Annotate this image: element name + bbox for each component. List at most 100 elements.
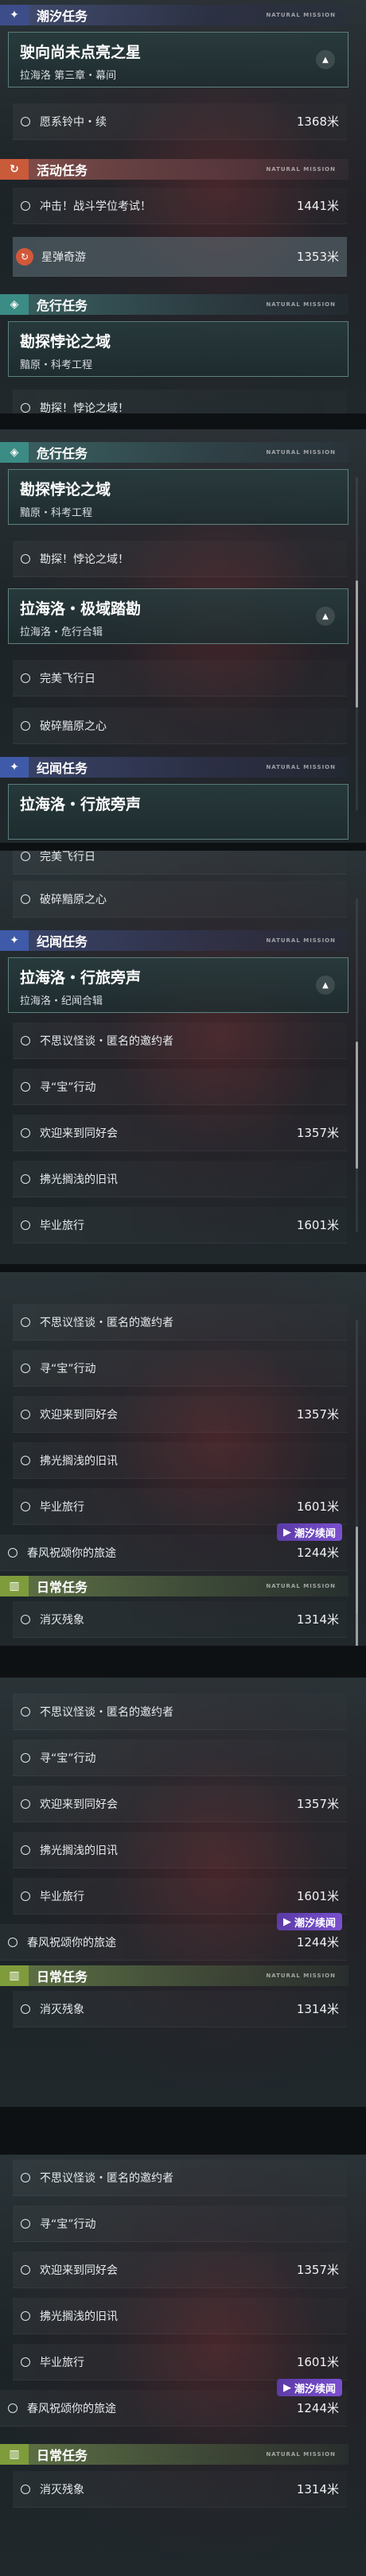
screen-panel-4: 不思议怪谈・匿名的邀约者 寻“宝”行动 欢迎来到同好会 1357米 拂光搁浅的旧… (0, 1272, 366, 1646)
category-danger[interactable]: ◈ 危行任务 NATURAL MISSION (0, 294, 348, 315)
quest-status-icon (21, 402, 30, 413)
separator (0, 413, 366, 429)
quest-row[interactable]: 拂光搁浅的旧讯 (13, 2298, 347, 2334)
category-daily[interactable]: ▥ 日常任务 NATURAL MISSION (0, 1965, 348, 1986)
quest-row[interactable]: 勘探！悖论之域！ (13, 390, 347, 413)
quest-label: 毕业旅行 (40, 2356, 84, 2369)
quest-status-icon (21, 116, 30, 126)
quest-row[interactable]: 寻“宝”行动 (13, 1069, 347, 1105)
quest-distance: 1314米 (296, 2002, 339, 2016)
screen-panel-5: 不思议怪谈・匿名的邀约者 寻“宝”行动 欢迎来到同好会 1357米 拂光搁浅的旧… (0, 1678, 366, 2107)
category-deco: NATURAL MISSION (266, 166, 336, 173)
quest-label: 勘探！悖论之域！ (40, 402, 129, 414)
quest-header-danger-2[interactable]: 拉海洛・极域踏勘 拉海洛・危行合辑 ▲ (8, 588, 348, 644)
scrollbar[interactable] (356, 477, 358, 811)
tide-star-icon: ✦ (0, 5, 29, 25)
quest-distance: 1601米 (296, 1499, 339, 1514)
quest-row-tracked[interactable]: ↻ 星弹奇游 1353米 (13, 237, 347, 277)
quest-row[interactable]: 消灭残象 1314米 (13, 1601, 347, 1638)
quest-row[interactable]: 破碎黯原之心 (13, 881, 347, 918)
category-danger[interactable]: ◈ 危行任务 NATURAL MISSION (0, 442, 348, 463)
quest-row[interactable]: 不思议怪谈・匿名的邀约者 (13, 2159, 347, 2196)
quest-row[interactable]: 拂光搁浅的旧讯 (13, 1832, 347, 1868)
quest-row[interactable]: 毕业旅行 1601米 (13, 2344, 347, 2380)
quest-row[interactable]: 毕业旅行 1601米 (13, 1207, 347, 1243)
quest-row[interactable]: 破碎黯原之心 (13, 708, 347, 744)
screen-panel-3: 完美飞行日 破碎黯原之心 ✦ 纪闻任务 NATURAL MISSION 拉海洛・… (0, 851, 366, 1264)
quest-label: 不思议怪谈・匿名的邀约者 (40, 1705, 173, 1719)
category-deco: NATURAL MISSION (266, 449, 336, 456)
quest-row[interactable]: 完美飞行日 (13, 851, 347, 875)
quest-subtitle: 拉海洛 第三章・幕间 (20, 70, 117, 82)
quest-status-icon (21, 1317, 30, 1327)
category-deco: NATURAL MISSION (266, 1583, 336, 1589)
quest-label: 冲击！战斗学位考试！ (40, 200, 151, 213)
collapse-chevron-icon[interactable]: ▲ (316, 50, 335, 69)
category-daily-label: 日常任务 (37, 2448, 88, 2463)
quest-header-chronicle[interactable]: 拉海洛・行旅旁声 拉海洛・纪闻合辑 ▲ (8, 957, 348, 1013)
quest-row[interactable]: 拂光搁浅的旧讯 (13, 1442, 347, 1479)
quest-row[interactable]: 春风祝颂你的旅途 1244米 (0, 1534, 347, 1571)
category-danger-label: 危行任务 (37, 298, 88, 313)
quest-row[interactable]: 不思议怪谈・匿名的邀约者 (13, 1022, 347, 1059)
quest-row[interactable]: 春风祝颂你的旅途 1244米 (0, 2390, 347, 2427)
quest-row[interactable]: 欢迎来到同好会 1357米 (13, 1115, 347, 1151)
quest-label: 拂光搁浅的旧讯 (40, 1454, 118, 1468)
category-daily[interactable]: ▥ 日常任务 NATURAL MISSION (0, 2444, 348, 2465)
category-tide-label: 潮汐任务 (37, 9, 88, 24)
category-tide[interactable]: ✦ 潮汐任务 NATURAL MISSION (0, 5, 348, 25)
collapse-chevron-icon[interactable]: ▲ (316, 976, 335, 995)
quest-title: 勘探悖论之域 (20, 333, 111, 351)
quest-status-icon (21, 1220, 30, 1230)
quest-row[interactable]: 愿系铃中・续 1368米 (13, 103, 347, 140)
quest-row[interactable]: 勘探！悖论之域！ (13, 541, 347, 577)
scrollbar[interactable] (356, 898, 358, 1232)
category-event[interactable]: ↻ 活动任务 NATURAL MISSION (0, 159, 348, 180)
quest-subtitle: 拉海洛・纪闻合辑 (20, 995, 103, 1007)
quest-row[interactable]: 完美飞行日 (13, 660, 347, 696)
quest-label: 毕业旅行 (40, 1890, 84, 1903)
quest-status-icon (21, 2484, 30, 2494)
quest-row[interactable]: 消灭残象 1314米 (13, 2471, 347, 2508)
quest-label: 春风祝颂你的旅途 (27, 2402, 116, 2415)
category-chronicle[interactable]: ✦ 纪闻任务 NATURAL MISSION (0, 757, 348, 778)
category-deco: NATURAL MISSION (266, 301, 336, 308)
quest-row[interactable]: 欢迎来到同好会 1357米 (13, 2252, 347, 2288)
quest-row[interactable]: 寻“宝”行动 (13, 1350, 347, 1387)
quest-label: 完美飞行日 (40, 672, 95, 685)
quest-row[interactable]: 拂光搁浅的旧讯 (13, 1161, 347, 1197)
quest-header-tide[interactable]: 驶向尚未点亮之星 拉海洛 第三章・幕间 ▲ (8, 32, 348, 87)
event-icon: ↻ (0, 159, 29, 180)
category-chronicle[interactable]: ✦ 纪闻任务 NATURAL MISSION (0, 930, 348, 951)
quest-status-icon (21, 1891, 30, 1901)
quest-row[interactable]: 寻“宝”行动 (13, 1740, 347, 1776)
quest-row[interactable]: 春风祝颂你的旅途 1244米 (0, 1924, 347, 1961)
quest-row[interactable]: 欢迎来到同好会 1357米 (13, 1786, 347, 1822)
category-event-label: 活动任务 (37, 163, 88, 178)
quest-row[interactable]: 毕业旅行 1601米 (13, 1488, 347, 1525)
quest-label: 欢迎来到同好会 (40, 1798, 118, 1811)
separator (0, 1646, 366, 1678)
quest-distance: 1244米 (296, 1546, 339, 1560)
quest-status-icon (21, 553, 30, 564)
quest-distance: 1357米 (296, 1797, 339, 1811)
quest-header-danger[interactable]: 勘探悖论之域 黯原・科考工程 (8, 321, 348, 377)
quest-row[interactable]: 欢迎来到同好会 1357米 (13, 1396, 347, 1433)
quest-title: 拉海洛・行旅旁声 (20, 969, 142, 987)
quest-header-danger[interactable]: 勘探悖论之域 黯原・科考工程 (8, 469, 348, 525)
quest-row[interactable]: 不思议怪谈・匿名的邀约者 (13, 1304, 347, 1340)
quest-row[interactable]: 冲击！战斗学位考试！ 1441米 (13, 188, 347, 224)
quest-row[interactable]: 毕业旅行 1601米 (13, 1878, 347, 1915)
quest-status-icon (21, 851, 30, 861)
separator (0, 843, 366, 851)
quest-status-icon (21, 720, 30, 731)
category-daily[interactable]: ▥ 日常任务 NATURAL MISSION (0, 1576, 348, 1596)
quest-row[interactable]: 不思议怪谈・匿名的邀约者 (13, 1693, 347, 1730)
quest-header-chronicle[interactable]: 拉海洛・行旅旁声 (8, 784, 348, 840)
quest-row[interactable]: 消灭残象 1314米 (13, 1991, 347, 2027)
quest-row[interactable]: 寻“宝”行动 (13, 2206, 347, 2242)
scrollbar[interactable] (356, 1320, 358, 1646)
collapse-chevron-icon[interactable]: ▲ (316, 607, 335, 626)
category-daily-label: 日常任务 (37, 1969, 88, 1984)
quest-title: 驶向尚未点亮之星 (20, 44, 142, 61)
